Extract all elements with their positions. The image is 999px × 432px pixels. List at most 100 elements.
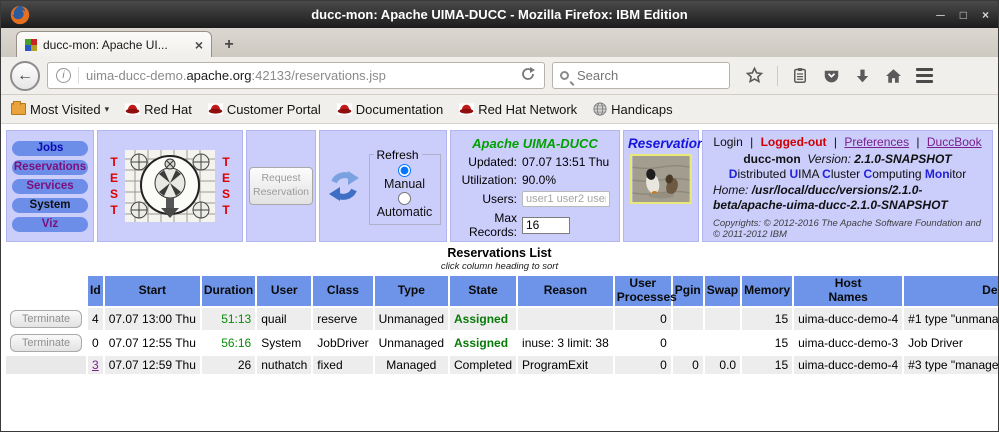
cell-start: 07.07 12:59 Thu <box>105 356 200 374</box>
back-button[interactable]: ← <box>10 61 40 91</box>
site-info-icon[interactable]: i <box>56 68 71 83</box>
downloads-icon[interactable] <box>854 67 871 85</box>
request-reservation-cell: Request Reservation <box>246 130 316 242</box>
col-pgin[interactable]: Pgin <box>673 276 703 306</box>
refresh-manual-radio[interactable] <box>398 164 411 177</box>
col-host-names[interactable]: Host Names <box>794 276 902 306</box>
url-text[interactable]: uima-ducc-demo.apache.org:42133/reservat… <box>86 68 386 83</box>
red-hat-icon <box>337 103 352 115</box>
red-hat-icon <box>459 103 474 115</box>
firefox-logo-icon <box>10 5 30 25</box>
bookmark-handicaps[interactable]: Handicaps <box>593 102 672 117</box>
reload-icon[interactable] <box>520 66 536 85</box>
ducks-image <box>630 154 692 204</box>
uima-favicon-icon <box>25 39 37 51</box>
tab-ducc-mon[interactable]: ducc-mon: Apache UI... × <box>16 31 212 57</box>
request-reservation-button[interactable]: Request Reservation <box>249 167 313 204</box>
nav-reservations-link[interactable]: Reservations <box>12 160 88 175</box>
reservation-id-link[interactable]: 3 <box>92 358 99 372</box>
col-memory[interactable]: Memory <box>742 276 792 306</box>
cell-memory: 15 <box>742 356 792 374</box>
bookmark-customer-portal[interactable]: Customer Portal <box>208 102 321 117</box>
nav-jobs-link[interactable]: Jobs <box>12 141 88 156</box>
cell-start: 07.07 13:00 Thu <box>105 308 200 330</box>
tab-close-icon[interactable]: × <box>195 37 203 53</box>
version-line: ducc-mon Version: 2.1.0-SNAPSHOT <box>713 152 982 166</box>
col-start[interactable]: Start <box>105 276 200 306</box>
pocket-icon[interactable] <box>822 67 841 85</box>
copyright-line: Copyrights: © 2012-2016 The Apache Softw… <box>713 218 982 240</box>
refresh-automatic-option[interactable]: Automatic <box>374 191 436 219</box>
bookmarks-menu-icon[interactable] <box>791 66 809 85</box>
maximize-button[interactable]: □ <box>960 5 967 25</box>
cell-swap <box>705 332 740 354</box>
cell-description: #1 type "unmanaged" <box>904 308 999 330</box>
cell-id: 4 <box>88 308 103 330</box>
col-swap[interactable]: Swap <box>705 276 740 306</box>
col-duration[interactable]: Duration <box>202 276 255 306</box>
max-records-input[interactable] <box>522 217 570 234</box>
cell-hosts: uima-ducc-demo-4 <box>794 308 902 330</box>
window-title: ducc-mon: Apache UIMA-DUCC - Mozilla Fir… <box>1 7 998 22</box>
bookmark-red-hat[interactable]: Red Hat <box>125 102 192 117</box>
updated-value: 07.07 13:51 Thu <box>522 155 615 169</box>
cell-pgin <box>673 332 703 354</box>
nav-services-link[interactable]: Services <box>12 179 88 194</box>
page-title: Reservations <box>628 136 694 151</box>
tab-strip: ducc-mon: Apache UI... × + <box>1 28 998 57</box>
new-tab-button[interactable]: + <box>215 34 243 57</box>
globe-icon <box>593 102 607 116</box>
close-button[interactable]: × <box>982 5 989 25</box>
refresh-manual-option[interactable]: Manual <box>374 163 436 191</box>
col-type[interactable]: Type <box>375 276 448 306</box>
refresh-cell: Refresh Manual Automatic <box>319 130 447 242</box>
col-id[interactable]: Id <box>88 276 103 306</box>
refresh-icon[interactable] <box>326 168 362 204</box>
menu-icon[interactable] <box>916 68 933 83</box>
utilization-value: 90.0% <box>522 173 615 187</box>
preferences-link[interactable]: Preferences <box>844 135 909 149</box>
cell-type: Managed <box>375 356 448 374</box>
col-user[interactable]: User <box>257 276 311 306</box>
search-input[interactable] <box>575 67 722 84</box>
cell-duration: 56:16 <box>202 332 255 354</box>
users-input[interactable] <box>522 191 610 207</box>
cell-user: nuthatch <box>257 356 311 374</box>
max-records-label: Max Records: <box>455 211 517 239</box>
col-state[interactable]: State <box>450 276 516 306</box>
bookmark-documentation[interactable]: Documentation <box>337 102 443 117</box>
folder-icon <box>11 103 26 115</box>
nav-system-link[interactable]: System <box>12 198 88 213</box>
cell-reason <box>518 308 613 330</box>
bookmark-star-icon[interactable] <box>745 66 764 85</box>
cell-processes: 0 <box>615 356 671 374</box>
cell-hosts: uima-ducc-demo-4 <box>794 356 902 374</box>
cell-hosts: uima-ducc-demo-3 <box>794 332 902 354</box>
bookmark-red-hat-network[interactable]: Red Hat Network <box>459 102 577 117</box>
bookmark-most-visited[interactable]: Most Visited▾ <box>11 102 109 117</box>
col-description[interactable]: Description <box>904 276 999 306</box>
col-reason[interactable]: Reason <box>518 276 613 306</box>
cell-class: fixed <box>313 356 372 374</box>
refresh-automatic-radio[interactable] <box>398 192 411 205</box>
home-icon[interactable] <box>884 67 903 85</box>
tab-title: ducc-mon: Apache UI... <box>43 38 168 52</box>
cell-class: JobDriver <box>313 332 372 354</box>
cell-user: System <box>257 332 311 354</box>
refresh-fieldset: Refresh Manual Automatic <box>369 148 441 225</box>
ducc-acronym-line: Distributed UIMA Cluster Computing Monit… <box>713 167 982 181</box>
refresh-legend: Refresh <box>374 148 422 162</box>
duccbook-link[interactable]: DuccBook <box>927 135 982 149</box>
cell-type: Unmanaged <box>375 308 448 330</box>
bookmarks-bar: Most Visited▾ Red Hat Customer Portal Do… <box>1 95 998 124</box>
minimize-button[interactable]: ─ <box>936 5 945 25</box>
search-bar[interactable] <box>552 62 730 89</box>
col-class[interactable]: Class <box>313 276 372 306</box>
col-user-processes[interactable]: User Processes <box>615 276 671 306</box>
nav-viz-link[interactable]: Viz <box>12 217 88 232</box>
terminate-button[interactable]: Terminate <box>10 334 82 352</box>
terminate-button[interactable]: Terminate <box>10 310 82 328</box>
login-link[interactable]: Login <box>713 135 742 149</box>
reservation-row: Terminate 4 07.07 13:00 Thu 51:13 quail … <box>6 308 999 330</box>
url-bar[interactable]: i uima-ducc-demo.apache.org:42133/reserv… <box>47 62 545 89</box>
